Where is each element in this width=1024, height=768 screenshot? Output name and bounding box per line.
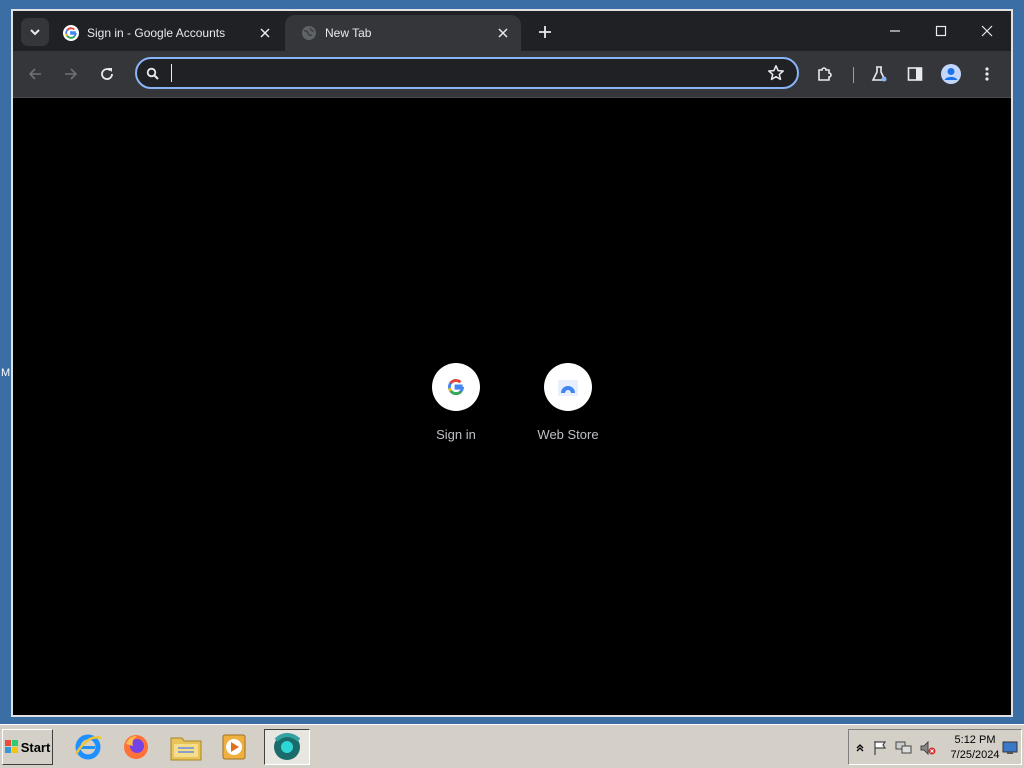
search-icon: [146, 67, 159, 80]
flag-icon: [874, 741, 887, 755]
clock[interactable]: 5:12 PM 7/25/2024: [945, 733, 1005, 763]
side-panel-icon: [907, 67, 923, 81]
network-icon-button[interactable]: [895, 739, 913, 757]
profile-button[interactable]: [937, 60, 965, 88]
arrow-right-icon: [65, 68, 78, 80]
shortcut-tile: [544, 363, 592, 411]
close-icon: [498, 28, 508, 38]
taskbar-chrome-dev[interactable]: [264, 729, 310, 765]
minimize-icon: [890, 30, 900, 32]
shortcut-tile: [432, 363, 480, 411]
address-bar[interactable]: [135, 57, 799, 89]
chevron-down-icon: [30, 29, 40, 36]
arrow-left-icon: [28, 68, 41, 80]
start-label: Start: [20, 739, 51, 755]
taskbar-internet-explorer[interactable]: [68, 729, 108, 765]
taskbar-firefox[interactable]: [116, 729, 156, 765]
menu-button[interactable]: [973, 60, 1001, 88]
media-player-icon: [222, 734, 246, 760]
browser-window: Sign in - Google Accounts New Tab Sign i…: [11, 9, 1013, 717]
shortcut-web-store[interactable]: Web Store: [513, 363, 623, 442]
taskbar: Start 5:12 PM 7/25/2024: [0, 724, 1024, 768]
desktop-icon: [1002, 741, 1018, 754]
browser-toolbar: [13, 51, 1011, 98]
clock-time: 5:12 PM: [954, 734, 996, 746]
reload-button[interactable]: [93, 60, 121, 88]
tab-new-tab[interactable]: New Tab: [285, 15, 521, 51]
desktop-edge-letter: M: [1, 367, 11, 379]
labs-button[interactable]: [865, 60, 893, 88]
google-g-icon: [63, 25, 79, 41]
tab-strip: Sign in - Google Accounts New Tab: [13, 11, 1011, 51]
show-hidden-icons-button[interactable]: [851, 739, 869, 757]
file-explorer-icon: [170, 737, 202, 761]
google-g-icon: [448, 379, 465, 396]
text-cursor: [171, 64, 172, 82]
tab-close-button[interactable]: [491, 21, 515, 45]
shortcut-sign-in[interactable]: Sign in: [401, 363, 511, 442]
internet-explorer-icon: [74, 734, 102, 760]
taskbar-file-explorer[interactable]: [166, 729, 206, 765]
windows-logo-icon: [4, 740, 18, 753]
network-icon: [895, 741, 912, 754]
tab-search-button[interactable]: [21, 18, 49, 46]
star-icon[interactable]: [767, 64, 785, 82]
side-panel-button[interactable]: [901, 60, 929, 88]
reload-icon: [101, 68, 113, 80]
shortcut-label: Web Store: [537, 427, 599, 442]
toolbar-divider: [853, 67, 854, 83]
show-desktop-button[interactable]: [1001, 739, 1019, 757]
forward-button[interactable]: [57, 60, 85, 88]
address-input[interactable]: [171, 63, 735, 85]
tab-sign-in[interactable]: Sign in - Google Accounts: [51, 15, 283, 51]
volume-icon-button[interactable]: [919, 739, 937, 757]
close-window-button[interactable]: [965, 17, 1009, 45]
close-icon: [260, 28, 270, 38]
more-vert-icon: [985, 67, 989, 81]
globe-icon: [302, 26, 316, 40]
tab-title: Sign in - Google Accounts: [87, 26, 226, 40]
firefox-icon: [124, 735, 148, 759]
chrome-dev-icon: [274, 733, 301, 760]
tab-close-button[interactable]: [253, 21, 277, 45]
plus-icon: [539, 26, 551, 38]
chevron-up-icon: [856, 744, 864, 752]
extensions-button[interactable]: [811, 60, 839, 88]
maximize-button[interactable]: [919, 17, 963, 45]
tab-title: New Tab: [325, 26, 372, 40]
start-button[interactable]: Start: [2, 729, 53, 765]
back-button[interactable]: [21, 60, 49, 88]
taskbar-media-player[interactable]: [214, 729, 254, 765]
new-tab-button[interactable]: [533, 20, 557, 44]
puzzle-icon: [818, 67, 832, 81]
flask-icon: [871, 66, 887, 82]
action-center-icon-button[interactable]: [871, 739, 889, 757]
volume-muted-icon: [920, 740, 936, 756]
shortcut-label: Sign in: [436, 427, 476, 442]
close-icon: [981, 25, 993, 37]
system-tray: 5:12 PM 7/25/2024: [848, 729, 1022, 765]
clock-date: 7/25/2024: [950, 749, 1000, 761]
avatar-icon: [941, 64, 961, 84]
web-store-icon: [558, 380, 578, 396]
minimize-button[interactable]: [873, 17, 917, 45]
maximize-icon: [935, 25, 947, 37]
